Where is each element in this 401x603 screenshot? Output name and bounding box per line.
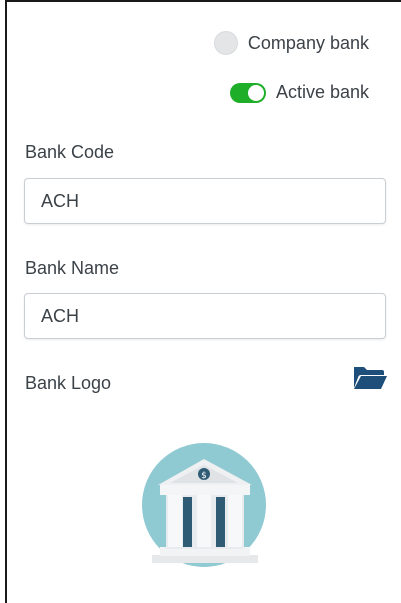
bank-building-icon: $ <box>140 443 270 573</box>
company-bank-label: Company bank <box>247 32 369 53</box>
panel-left-border <box>5 0 7 603</box>
bank-name-input[interactable] <box>24 293 386 339</box>
folder-open-icon[interactable] <box>352 363 388 391</box>
bank-form-panel: Company bank Active bank Bank Code Bank … <box>0 0 401 603</box>
bank-logo-label: Bank Logo <box>25 373 112 393</box>
active-bank-toggle[interactable] <box>229 82 266 103</box>
active-bank-label: Active bank <box>275 82 369 102</box>
bank-code-input[interactable] <box>24 178 386 224</box>
bank-name-label: Bank Name <box>25 258 120 278</box>
active-bank-option[interactable]: Active bank <box>229 82 369 103</box>
svg-text:$: $ <box>201 471 207 481</box>
bank-code-label: Bank Code <box>25 142 115 162</box>
company-bank-option[interactable]: Company bank <box>213 31 369 55</box>
company-bank-radio[interactable] <box>213 31 238 55</box>
toggle-knob <box>247 84 264 101</box>
panel-top-border <box>5 0 401 2</box>
